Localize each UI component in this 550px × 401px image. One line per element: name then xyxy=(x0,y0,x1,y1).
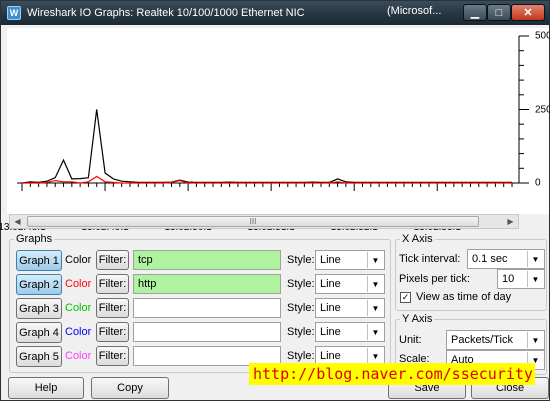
graph-3-style-label: Style: xyxy=(287,302,315,314)
y-tick-label: 500 xyxy=(535,30,550,42)
chevron-down-icon: ▼ xyxy=(367,348,383,364)
unit-value: Packets/Tick xyxy=(451,334,513,346)
graph-4-filter-button[interactable]: Filter: xyxy=(96,322,129,342)
graph-1-color-label: Color xyxy=(65,254,92,266)
chevron-down-icon: ▼ xyxy=(367,300,383,316)
tick-interval-select[interactable]: 0.1 sec ▼ xyxy=(467,249,545,269)
chevron-down-icon: ▼ xyxy=(367,324,383,340)
graph-4-color-label: Color xyxy=(65,326,92,338)
minimize-button[interactable]: ▁ xyxy=(463,4,487,21)
graph-2-filter-button[interactable]: Filter: xyxy=(96,274,129,294)
view-time-of-day-checkbox[interactable]: ✓ xyxy=(400,292,411,303)
graph-2-style-value: Line xyxy=(320,278,341,290)
graph-3-toggle-button[interactable]: Graph 3 xyxy=(16,298,62,319)
graph-4-style-label: Style: xyxy=(287,326,315,338)
graph-4-filter-input[interactable] xyxy=(133,322,281,342)
graph-2-style-label: Style: xyxy=(287,278,315,290)
window-title-suffix: (Microsof... xyxy=(387,5,442,17)
graph-2-color-label: Color xyxy=(65,278,92,290)
graph-5-style-label: Style: xyxy=(287,350,315,362)
io-graphs-window: W Wireshark IO Graphs: Realtek 10/100/10… xyxy=(0,0,550,401)
help-button[interactable]: Help xyxy=(8,377,84,399)
close-icon: ✕ xyxy=(523,7,533,19)
tick-interval-value: 0.1 sec xyxy=(472,253,508,265)
graph-1-style-select[interactable]: Line ▼ xyxy=(315,250,385,270)
scrollbar-thumb[interactable]: III xyxy=(27,216,479,227)
graph-3-color-label: Color xyxy=(65,302,92,314)
unit-label: Unit: xyxy=(399,334,422,346)
graph-1-toggle-button[interactable]: Graph 1 xyxy=(16,250,62,271)
graph-2-toggle-button[interactable]: Graph 2 xyxy=(16,274,62,295)
graph-1-filter-button[interactable]: Filter: xyxy=(96,250,129,270)
tick-interval-label: Tick interval: xyxy=(399,253,461,265)
scroll-right-arrow-icon[interactable]: ▶ xyxy=(503,215,518,228)
y-tick-label: 250 xyxy=(535,104,550,115)
graph-5-toggle-button[interactable]: Graph 5 xyxy=(16,346,62,367)
graph-1-filter-input[interactable]: tcp xyxy=(133,250,281,270)
blog-watermark: http://blog.naver.com/ssecurity xyxy=(249,363,535,385)
y-axis-group-title: Y Axis xyxy=(402,313,433,325)
graph-5-color-label: Color xyxy=(65,350,92,362)
graph-3-style-select[interactable]: Line ▼ xyxy=(315,298,385,318)
io-graph-chart xyxy=(17,35,529,191)
graph-2-filter-input[interactable]: http xyxy=(133,274,281,294)
unit-select[interactable]: Packets/Tick ▼ xyxy=(446,330,545,350)
chevron-down-icon: ▼ xyxy=(367,276,383,292)
chevron-down-icon: ▼ xyxy=(527,332,543,348)
view-time-of-day-label: View as time of day xyxy=(416,291,512,303)
graph-2-style-select[interactable]: Line ▼ xyxy=(315,274,385,294)
wireshark-app-icon: W xyxy=(7,6,21,20)
horizontal-scrollbar[interactable]: ◀ III ▶ xyxy=(9,214,519,229)
window-title: Wireshark IO Graphs: Realtek 10/100/1000… xyxy=(27,7,305,19)
copy-button[interactable]: Copy xyxy=(91,377,169,399)
graph-3-filter-input[interactable] xyxy=(133,298,281,318)
maximize-icon: □ xyxy=(495,6,503,19)
minimize-icon: ▁ xyxy=(470,7,480,19)
graph-1-style-label: Style: xyxy=(287,254,315,266)
maximize-button[interactable]: □ xyxy=(487,4,511,21)
graph-4-style-select[interactable]: Line ▼ xyxy=(315,322,385,342)
scroll-left-arrow-icon[interactable]: ◀ xyxy=(10,215,25,228)
graph-1-style-value: Line xyxy=(320,254,341,266)
graphs-group-title: Graphs xyxy=(16,233,53,245)
pixels-per-tick-label: Pixels per tick: xyxy=(399,273,470,285)
pixels-per-tick-select[interactable]: 10 ▼ xyxy=(497,269,545,289)
graph-4-toggle-button[interactable]: Graph 4 xyxy=(16,322,62,343)
chevron-down-icon: ▼ xyxy=(527,251,543,267)
title-bar[interactable]: W Wireshark IO Graphs: Realtek 10/100/10… xyxy=(1,1,549,25)
graph-4-style-value: Line xyxy=(320,326,341,338)
graph-3-style-value: Line xyxy=(320,302,341,314)
series-line-tcp xyxy=(21,109,512,184)
graph-5-filter-button[interactable]: Filter: xyxy=(96,346,129,366)
graph-3-filter-button[interactable]: Filter: xyxy=(96,298,129,318)
chevron-down-icon: ▼ xyxy=(527,271,543,287)
io-graph-plot[interactable]: 13:02:48.113:02:49.113:02:50.113:02:51.1… xyxy=(0,28,550,233)
graph-5-style-value: Line xyxy=(320,350,341,362)
y-tick-label: 0 xyxy=(535,177,541,189)
chevron-down-icon: ▼ xyxy=(367,252,383,268)
close-window-button[interactable]: ✕ xyxy=(511,4,545,21)
x-axis-group-title: X Axis xyxy=(402,233,433,245)
pixels-per-tick-value: 10 xyxy=(502,273,515,285)
